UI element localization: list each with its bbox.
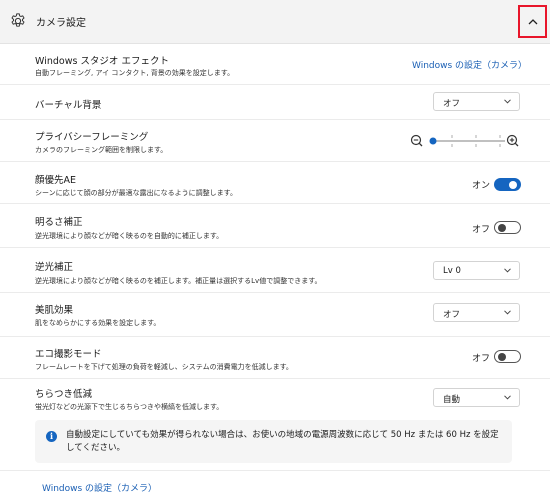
eco-mode-row: エコ撮影モード フレームレートを下げて処理の負荷を軽減し、システムの消費電力を低… — [0, 337, 550, 379]
brightness-correction-row: 明るさ補正 逆光環境により顔などが暗く映るのを自動的に補正します。 オフ — [0, 204, 550, 248]
skin-smoothing-title: 美肌効果 — [35, 305, 74, 316]
eco-mode-state: オフ — [472, 354, 491, 364]
face-priority-ae-state: オン — [472, 181, 491, 191]
footer-windows-camera-settings-link[interactable]: Windows の設定（カメラ） — [42, 481, 157, 494]
eco-mode-desc: フレームレートを下げて処理の負荷を軽減し、システムの消費電力を低減します。 — [35, 363, 293, 371]
skin-smoothing-row: 美肌効果 肌をなめらかにする効果を設定します。 オフ — [0, 293, 550, 337]
backlight-correction-row: 逆光補正 逆光環境により顔などが暗く映るのを補正します。補正量は選択するLv値で… — [0, 248, 550, 293]
eco-mode-toggle[interactable] — [494, 350, 521, 363]
collapse-button[interactable] — [518, 5, 547, 38]
studio-effects-desc: 自動フレーミング, アイ コンタクト, 背景の効果を設定します。 — [35, 69, 235, 77]
backlight-level-dropdown[interactable]: Lv 0 — [433, 261, 520, 280]
face-priority-ae-title: 顔優先AE — [35, 175, 77, 186]
studio-effects-title: Windows スタジオ エフェクト — [35, 56, 169, 67]
gear-icon — [11, 13, 25, 27]
skin-smoothing-desc: 肌をなめらかにする効果を設定します。 — [35, 319, 161, 327]
privacy-framing-title: プライバシーフレーミング — [35, 132, 149, 143]
privacy-framing-desc: カメラのフレーミング範囲を制限します。 — [35, 146, 168, 154]
virtual-background-row: バーチャル背景 オフ — [0, 85, 550, 120]
slider-thumb[interactable] — [429, 137, 437, 145]
flicker-reduction-title: ちらつき低減 — [35, 389, 93, 400]
brightness-correction-title: 明るさ補正 — [35, 217, 83, 228]
chevron-up-icon — [528, 19, 538, 25]
camera-settings-header[interactable]: カメラ設定 — [0, 0, 550, 44]
virtual-background-dropdown[interactable]: オフ — [433, 92, 520, 111]
face-priority-ae-desc: シーンに応じて顔の部分が最適な露出になるように調整します。 — [35, 189, 237, 197]
zoom-out-icon[interactable] — [410, 134, 423, 147]
eco-mode-title: エコ撮影モード — [35, 349, 102, 360]
privacy-framing-zoom-slider[interactable] — [410, 128, 522, 154]
chevron-down-icon — [504, 310, 511, 315]
backlight-correction-desc: 逆光環境により顔などが暗く映るのを補正します。補正量は選択するLv値で調整できま… — [35, 277, 322, 285]
chevron-down-icon — [504, 99, 511, 104]
chevron-down-icon — [504, 395, 511, 400]
face-priority-ae-row: 顔優先AE シーンに応じて顔の部分が最適な露出になるように調整します。 オン — [0, 162, 550, 204]
info-text: 自動設定にしていても効果が得られない場合は、お使いの地域の電源周波数に応じて 5… — [66, 430, 499, 453]
info-icon: i — [46, 431, 57, 442]
backlight-level-value: Lv 0 — [443, 266, 461, 276]
brightness-correction-toggle[interactable] — [494, 221, 521, 234]
skin-smoothing-value: オフ — [443, 310, 461, 320]
chevron-down-icon — [504, 268, 511, 273]
face-priority-ae-toggle[interactable] — [494, 178, 521, 191]
windows-camera-settings-link[interactable]: Windows の設定（カメラ） — [412, 58, 527, 71]
footer-divider — [0, 470, 550, 471]
flicker-reduction-row: ちらつき低減 蛍光灯などの光源下で生じるちらつきや横縞を低減します。 自動 — [0, 379, 550, 420]
flicker-reduction-dropdown[interactable]: 自動 — [433, 388, 520, 407]
virtual-background-value: オフ — [443, 99, 461, 109]
flicker-reduction-value: 自動 — [443, 395, 461, 405]
page-title: カメラ設定 — [36, 18, 86, 29]
backlight-correction-title: 逆光補正 — [35, 262, 74, 273]
skin-smoothing-dropdown[interactable]: オフ — [433, 303, 520, 322]
brightness-correction-state: オフ — [472, 225, 491, 235]
zoom-in-icon[interactable] — [506, 134, 519, 147]
studio-effects-row: Windows スタジオ エフェクト 自動フレーミング, アイ コンタクト, 背… — [0, 44, 550, 85]
virtual-background-title: バーチャル背景 — [35, 100, 102, 111]
flicker-reduction-desc: 蛍光灯などの光源下で生じるちらつきや横縞を低減します。 — [35, 403, 224, 411]
brightness-correction-desc: 逆光環境により顔などが暗く映るのを自動的に補正します。 — [35, 232, 224, 240]
info-box: i 自動設定にしていても効果が得られない場合は、お使いの地域の電源周波数に応じて… — [35, 420, 512, 463]
